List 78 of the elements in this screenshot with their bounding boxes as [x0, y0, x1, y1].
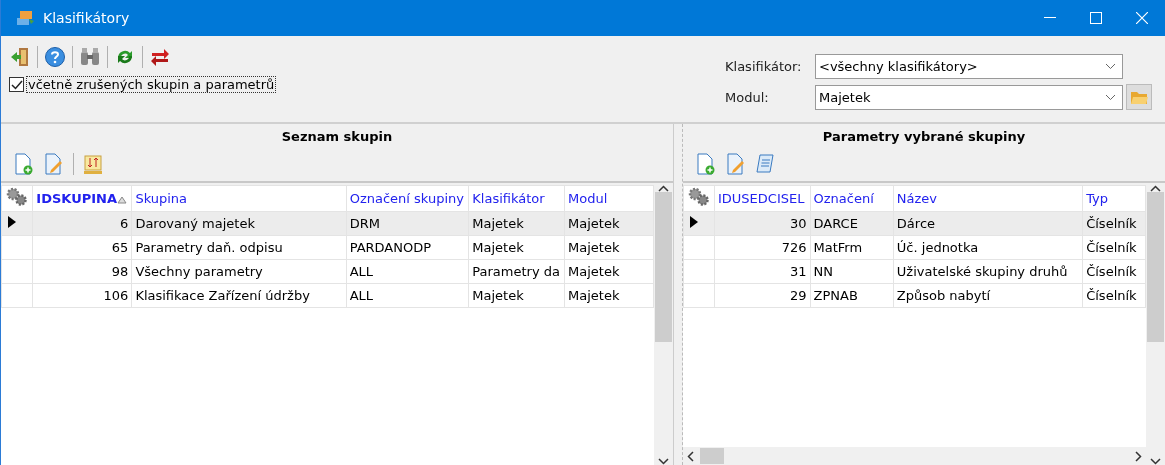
column-header[interactable]: IDUSEDCISEL	[714, 185, 810, 212]
caret-icon	[1105, 63, 1116, 70]
minimize-icon[interactable]	[1044, 17, 1056, 19]
table-cell: Darovaný majetek	[131, 211, 347, 236]
table-cell: Majetek	[468, 211, 565, 236]
swap-arrows-icon[interactable]	[149, 46, 171, 68]
field-label: Klasifikátor:	[725, 59, 803, 74]
table-cell: NN	[810, 259, 894, 284]
column-header[interactable]: Označení	[810, 185, 894, 212]
column-header[interactable]: IDSKUPINA	[32, 185, 132, 212]
table-cell: 65	[32, 235, 132, 260]
table-cell: Majetek	[468, 235, 565, 260]
edit-document-icon[interactable]	[725, 153, 747, 175]
table-cell: MatFrm	[810, 235, 894, 260]
column-header[interactable]: Typ	[1082, 185, 1146, 212]
table-cell: Majetek	[564, 259, 654, 284]
table-cell: Číselník	[1082, 235, 1146, 260]
table-cell: Dárce	[893, 211, 1083, 236]
exit-door-icon[interactable]	[9, 46, 31, 68]
table-cell: Majetek	[564, 283, 654, 308]
table-cell: Klasifikace Zařízení údržby	[131, 283, 347, 308]
edit-document-icon[interactable]	[43, 153, 65, 175]
scroll-right-icon	[1135, 450, 1142, 462]
dropdown-field[interactable]: <všechny klasifikátory>	[815, 54, 1123, 79]
checkbox-label[interactable]: včetně zrušených skupin a parametrů	[26, 76, 277, 93]
column-header[interactable]: Modul	[564, 185, 654, 212]
table-cell: Parametry daň. odpisu	[131, 235, 347, 260]
table-cell: 31	[714, 259, 810, 284]
column-header[interactable]: Skupina	[131, 185, 347, 212]
dropdown-field[interactable]: Majetek	[815, 84, 1123, 110]
table-cell: Úč. jednotka	[893, 235, 1083, 260]
checkbox[interactable]	[9, 77, 24, 92]
scroll-up-icon	[658, 185, 669, 192]
scroll-down-icon	[658, 458, 669, 465]
app-icon	[15, 9, 35, 27]
table-cell: Majetek	[468, 283, 565, 308]
scroll-left-icon	[687, 450, 694, 462]
scroll-thumb[interactable]	[700, 448, 724, 464]
table-cell: Majetek	[564, 235, 654, 260]
binoculars-icon[interactable]	[79, 46, 101, 68]
caret-icon	[1105, 93, 1116, 101]
column-header[interactable]: Označení skupiny	[346, 185, 469, 212]
table-cell: 726	[714, 235, 810, 260]
panel-title: Parametry vybrané skupiny	[821, 128, 1027, 146]
column-header[interactable]: Název	[893, 185, 1083, 212]
table-cell: 29	[714, 283, 810, 308]
panel-title: Seznam skupin	[280, 128, 394, 146]
table-cell: ALL	[346, 283, 469, 308]
sort-order-icon[interactable]	[82, 153, 104, 175]
table-cell: Číselník	[1082, 283, 1146, 308]
table-cell: ALL	[346, 259, 469, 284]
table-cell: 30	[714, 211, 810, 236]
table-cell: Všechny parametry	[131, 259, 347, 284]
scroll-thumb[interactable]	[1147, 192, 1164, 342]
help-icon[interactable]	[44, 46, 66, 68]
script-icon[interactable]	[755, 153, 777, 175]
scroll-up-icon	[1150, 185, 1161, 192]
table-cell: PARDANODP	[346, 235, 469, 260]
field-label: Modul:	[725, 89, 770, 105]
close-icon[interactable]	[1136, 12, 1148, 24]
table-cell: DRM	[346, 211, 469, 236]
table-cell: ZPNAB	[810, 283, 894, 308]
table-cell: Parametry da	[468, 259, 565, 284]
column-header[interactable]: Klasifikátor	[468, 185, 565, 212]
maximize-icon[interactable]	[1090, 12, 1102, 24]
table-cell: 6	[32, 211, 132, 236]
scroll-down-icon	[1150, 458, 1161, 465]
folder-icon	[1130, 89, 1148, 105]
table-cell: 106	[32, 283, 132, 308]
table-cell: Číselník	[1082, 259, 1146, 284]
scroll-thumb[interactable]	[655, 192, 672, 342]
window-title: Klasifikátory	[43, 10, 131, 26]
new-document-icon[interactable]	[695, 153, 717, 175]
table-cell: Způsob nabytí	[893, 283, 1083, 308]
table-cell: Majetek	[564, 211, 654, 236]
table-cell: Uživatelské skupiny druhů	[893, 259, 1083, 284]
new-document-icon[interactable]	[13, 153, 35, 175]
table-cell: 98	[32, 259, 132, 284]
